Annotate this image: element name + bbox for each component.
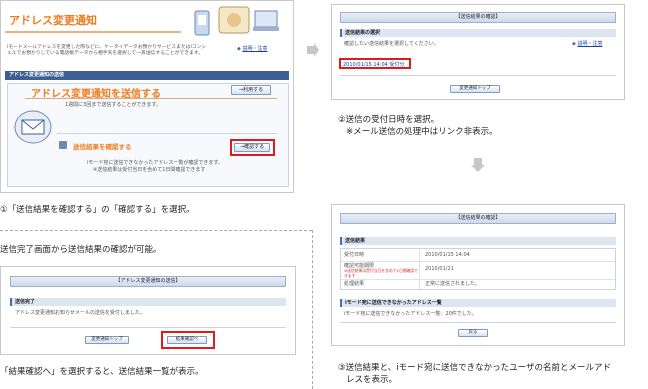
row-divider (341, 279, 615, 280)
arrow-right-icon (305, 42, 319, 61)
help-link-label: 説明・注意 (577, 41, 603, 47)
section-header-label: アドレス変更通知の送信 (9, 72, 65, 78)
note-border-top (0, 230, 312, 231)
result-table: 受付日時 2010/01/15 14:04 確認可能期限 ※送信結果は受付当日を… (340, 248, 616, 290)
title-underline (5, 31, 181, 33)
confirm-button-highlight (230, 139, 275, 156)
caption-step-2-line2: ※メール送信の処理中はリンク非表示。 (346, 127, 498, 137)
complete-text: アドレス変更通知お知らせメールの送信を受付しました。 (15, 310, 145, 316)
back-button[interactable]: 戻る (458, 329, 488, 337)
caption-step-1: ①「送信結果を確認する」の「確認する」を選択。 (0, 205, 195, 215)
row-label-status: 処理結果 (344, 281, 365, 287)
screenshot-address-change: アドレス変更通知 iモードメールアドレスを変更した際などに、ケータイデータお預か… (0, 0, 294, 193)
label-column (419, 249, 420, 289)
row-label-received: 受付日時 (344, 252, 365, 258)
phone-illustration (193, 5, 285, 39)
mail-icon (13, 109, 53, 145)
result-link-highlight (339, 58, 411, 69)
row-note-deadline: ※送信結果は受付当日を含めて1日間確認できます (344, 268, 418, 278)
screenshot-select-result: 【送信結果の確認】 送信結果の選択 確認したい送信結果を選択してください。 ◆ … (331, 4, 625, 100)
caption-step-3-line1: ③送信結果と、iモード宛に送信できなかったユーザの名前とメールアド (338, 363, 611, 373)
result-button-highlight (161, 331, 215, 349)
section-header: 送信完了 (10, 298, 286, 306)
failed-count-text: iモード宛に送信できなかったアドレス一覧：20件でした。 (344, 311, 477, 317)
help-link-label: 説明・注意 (242, 46, 268, 52)
note-title: 送信完了画面から送信結果の確認が可能。 (0, 245, 162, 255)
section-header: 送信結果 (340, 237, 616, 245)
row-value-received: 2010/01/15 14:04 (425, 252, 470, 258)
divider (25, 98, 277, 99)
panel-header: 【アドレス変更通知の送信】 (10, 276, 286, 287)
divider-2 (57, 133, 277, 134)
row-value-status: 正常に送信されました。 (425, 281, 481, 287)
confirm-note: ※送信結果は受付当日を含めて1日間確認できます (93, 167, 206, 173)
use-button[interactable]: →利用する (231, 85, 271, 95)
arrow-icon: ◆ (237, 46, 241, 52)
caption-step-4: 「結果確認へ」を選択すると、送信結果一覧が表示。 (0, 367, 204, 377)
arrow-down-icon (471, 157, 485, 176)
divider (10, 327, 286, 328)
help-link[interactable]: ◆ 説明・注意 (572, 41, 602, 48)
confirm-icon (59, 141, 67, 149)
divider (340, 322, 616, 323)
page-title: アドレス変更通知 (9, 14, 97, 27)
screenshot-result-detail: 【送信結果の確認】 送信結果 受付日時 2010/01/15 14:04 確認可… (331, 204, 625, 346)
row-divider (341, 261, 615, 262)
help-link[interactable]: ◆ 説明・注意 (237, 46, 267, 53)
arrow-icon: ◆ (572, 41, 576, 47)
intro-text: iモードメールアドレスを変更した際などに、ケータイデータお預かりサービスまたはi… (7, 45, 207, 57)
panel-header: 【送信結果の確認】 (340, 213, 616, 224)
divider (340, 75, 616, 76)
instruction-text: 確認したい送信結果を選択してください。 (344, 41, 439, 47)
row-value-deadline: 2010/01/21 (425, 266, 454, 272)
screenshot-send-complete: 【アドレス変更通知の送信】 送信完了 アドレス変更通知お知らせメールの送信を受付… (0, 266, 296, 355)
section-header-2: iモード宛に送信できなかったアドレス一覧 (340, 299, 616, 307)
panel-header: 【送信結果の確認】 (340, 12, 616, 23)
send-description: 1週間に3回まで送信することができます。 (65, 102, 161, 108)
section-header: 送信結果の選択 (340, 29, 616, 37)
confirm-heading: 送信結果を確認する (73, 143, 132, 151)
caption-step-3-line2: レスを表示。 (346, 375, 398, 385)
caption-step-2-line1: ②送信の受付日時を選択。 (338, 115, 440, 125)
top-button[interactable]: 変更通知トップ (85, 336, 129, 344)
note-border-right (312, 230, 313, 389)
top-button[interactable]: 変更通知トップ (450, 85, 500, 93)
confirm-description: iモード宛に送信できなかったアドレス一覧が確認できます。 (87, 160, 223, 166)
